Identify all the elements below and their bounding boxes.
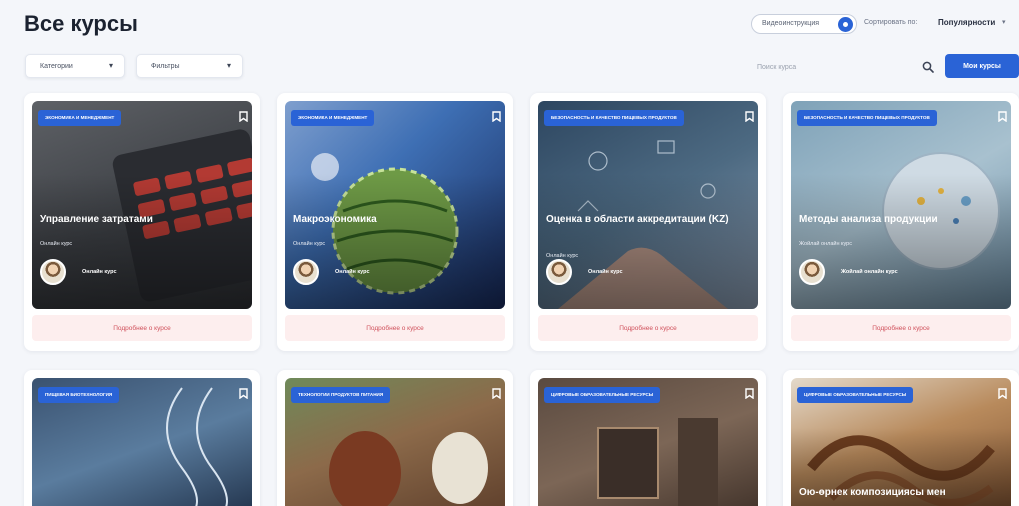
course-card[interactable]: БЕЗОПАСНОСТЬ И КАЧЕСТВО ПИЩЕВЫХ ПРОДУКТО…: [530, 93, 766, 351]
avatar: [546, 259, 572, 285]
category-tag: ЭКОНОМИКА И МЕНЕДЖМЕНТ: [291, 110, 375, 126]
page-title: Все курсы: [24, 11, 138, 36]
course-details-button[interactable]: Подробнее о курсе: [538, 315, 758, 341]
chevron-down-icon: ▾: [226, 61, 231, 70]
course-image: [285, 101, 505, 309]
sort-label: Сортировать по:: [864, 19, 918, 26]
category-tag: ЦИФРОВЫЕ ОБРАЗОВАТЕЛЬНЫЕ РЕСУРСЫ: [797, 387, 914, 403]
page-header: Все курсы Видеоинструкция Сортировать по…: [0, 0, 1019, 90]
bookmark-icon[interactable]: [998, 111, 1007, 122]
course-image: [32, 101, 252, 309]
filter-dropdown-label: Фильтры: [151, 63, 180, 70]
course-title: Оценка в области аккредитации (KZ): [546, 214, 729, 225]
course-title: Макроэкономика: [293, 214, 377, 225]
course-card[interactable]: ЭКОНОМИКА И МЕНЕДЖМЕНТ Управление затрат…: [24, 93, 260, 351]
avatar: [293, 259, 319, 285]
avatar: [799, 259, 825, 285]
bookmark-icon[interactable]: [998, 388, 1007, 399]
course-type: Онлайн курс: [546, 253, 579, 259]
course-card[interactable]: ЭКОНОМИКА И МЕНЕДЖМЕНТ Макроэкономика Он…: [277, 93, 513, 351]
category-tag: ЭКОНОМИКА И МЕНЕДЖМЕНТ: [38, 110, 122, 126]
category-tag: ПИЩЕВАЯ БИОТЕХНОЛОГИЯ: [38, 387, 120, 403]
course-title: Ою-өрнек композициясы мен: [799, 487, 946, 498]
search-input[interactable]: [750, 56, 915, 78]
filter-dropdown[interactable]: Фильтры ▾: [136, 54, 243, 78]
course-author: Онлайн курс: [82, 269, 117, 275]
chevron-down-icon: ▾: [108, 61, 113, 70]
course-details-button[interactable]: Подробнее о курсе: [791, 315, 1011, 341]
chevron-down-icon[interactable]: ▾: [1002, 18, 1006, 26]
course-type: Жойлай онлайн курс: [799, 241, 852, 247]
course-details-button[interactable]: Подробнее о курсе: [32, 315, 252, 341]
category-dropdown-label: Категории: [40, 63, 73, 70]
bookmark-icon[interactable]: [745, 388, 754, 399]
bookmark-icon[interactable]: [239, 111, 248, 122]
search-icon[interactable]: [922, 61, 934, 73]
video-instruction-toggle[interactable]: Видеоинструкция: [751, 14, 857, 34]
course-card[interactable]: ЦИФРОВЫЕ ОБРАЗОВАТЕЛЬНЫЕ РЕСУРСЫ: [530, 370, 766, 506]
avatar: [40, 259, 66, 285]
course-type: Онлайн курс: [40, 241, 73, 247]
course-details-button[interactable]: Подробнее о курсе: [285, 315, 505, 341]
category-tag: БЕЗОПАСНОСТЬ И КАЧЕСТВО ПИЩЕВЫХ ПРОДУКТО…: [797, 110, 937, 126]
course-card[interactable]: ЦИФРОВЫЕ ОБРАЗОВАТЕЛЬНЫЕ РЕСУРСЫ Ою-өрне…: [783, 370, 1019, 506]
bookmark-icon[interactable]: [239, 388, 248, 399]
course-card[interactable]: ПИЩЕВАЯ БИОТЕХНОЛОГИЯ: [24, 370, 260, 506]
course-author: Онлайн курс: [588, 269, 623, 275]
course-author: Жойлай онлайн курс: [841, 269, 898, 275]
sort-select[interactable]: Популярности: [938, 18, 995, 27]
course-title: Управление затратами: [40, 214, 153, 225]
course-author: Онлайн курс: [335, 269, 370, 275]
course-card[interactable]: ТЕХНОЛОГИИ ПРОДУКТОВ ПИТАНИЯ: [277, 370, 513, 506]
course-type: Онлайн курс: [293, 241, 326, 247]
my-courses-button[interactable]: Мои курсы: [945, 54, 1019, 78]
search-box: [750, 56, 937, 78]
toggle-knob-icon: [838, 17, 853, 32]
bookmark-icon[interactable]: [492, 111, 501, 122]
video-instruction-label: Видеоинструкция: [762, 20, 820, 27]
course-image: [538, 101, 758, 309]
category-tag: ТЕХНОЛОГИИ ПРОДУКТОВ ПИТАНИЯ: [291, 387, 391, 403]
category-tag: ЦИФРОВЫЕ ОБРАЗОВАТЕЛЬНЫЕ РЕСУРСЫ: [544, 387, 661, 403]
bookmark-icon[interactable]: [492, 388, 501, 399]
course-title: Методы анализа продукции: [799, 214, 938, 225]
category-tag: БЕЗОПАСНОСТЬ И КАЧЕСТВО ПИЩЕВЫХ ПРОДУКТО…: [544, 110, 684, 126]
bookmark-icon[interactable]: [745, 111, 754, 122]
course-card[interactable]: БЕЗОПАСНОСТЬ И КАЧЕСТВО ПИЩЕВЫХ ПРОДУКТО…: [783, 93, 1019, 351]
category-dropdown[interactable]: Категории ▾: [25, 54, 125, 78]
course-image: [791, 101, 1011, 309]
